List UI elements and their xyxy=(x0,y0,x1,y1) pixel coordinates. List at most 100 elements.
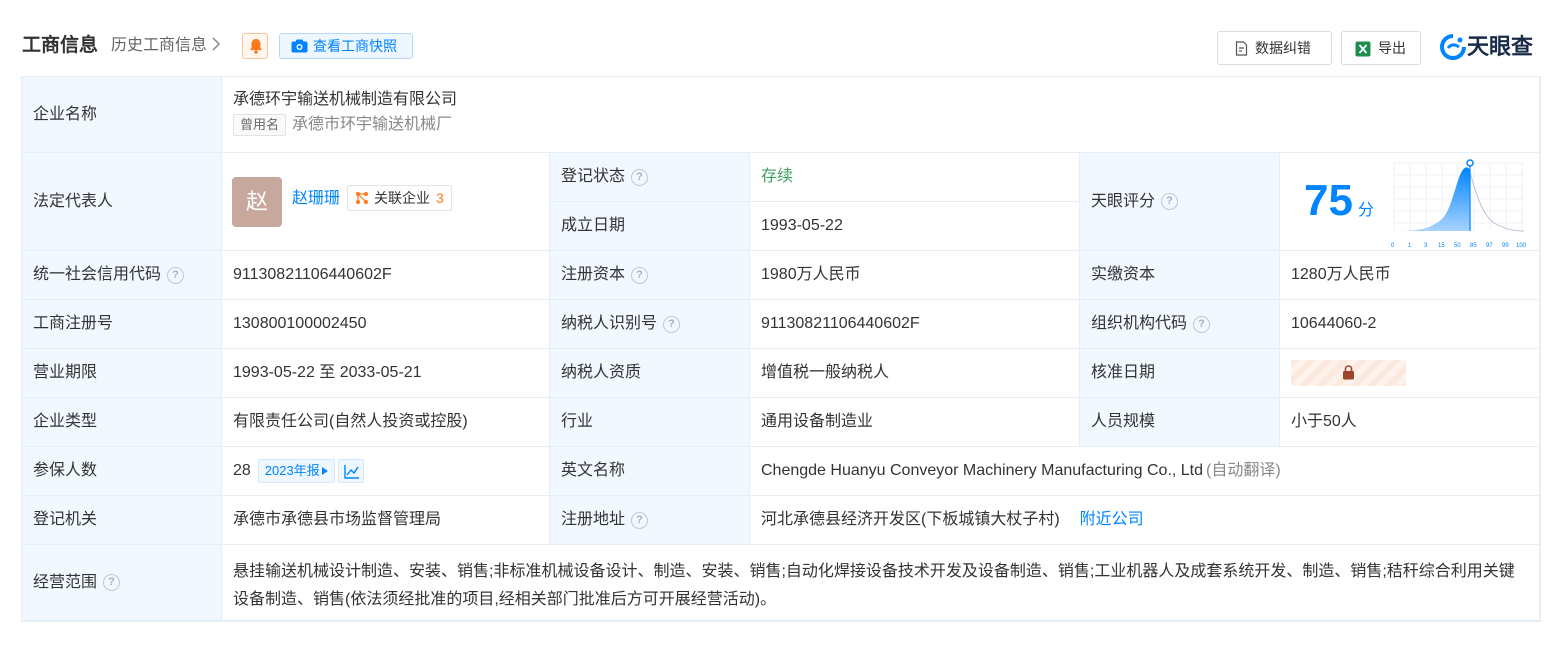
reg-capital-label: 注册资本? xyxy=(550,251,750,300)
annual-report-button[interactable]: 2023年报 xyxy=(257,459,335,483)
scope-cell: 悬挂输送机械设计制造、安装、销售;非标准机械设备设计、制造、安装、销售;自动化焊… xyxy=(222,545,1540,621)
english-name-label-text: 英文名称 xyxy=(561,462,626,479)
excel-icon xyxy=(1355,41,1371,57)
taxpayer-id-label-text: 纳税人识别号 xyxy=(561,315,658,332)
edit-doc-icon xyxy=(1235,41,1248,56)
org-code-label: 组织机构代码? xyxy=(1080,300,1280,349)
taxpayer-qual-label-text: 纳税人资质 xyxy=(561,364,642,381)
term-cell: 1993-05-22 至 2033-05-21 xyxy=(222,349,550,398)
founded-cell: 1993-05-22 xyxy=(750,202,1080,251)
annual-report-label: 2023年报 xyxy=(264,463,320,478)
nearby-companies-link[interactable]: 附近公司 xyxy=(1080,509,1144,531)
lock-icon xyxy=(1343,365,1354,380)
section-title: 工商信息 xyxy=(22,35,99,56)
approve-date-label-text: 核准日期 xyxy=(1091,364,1156,381)
trend-chart-button[interactable] xyxy=(337,459,364,483)
help-icon[interactable]: ? xyxy=(631,511,649,529)
authority-value: 承德市承德县市场监督管理局 xyxy=(233,511,442,528)
alias-tag: 曾用名 xyxy=(233,114,287,136)
score-cell[interactable]: 75 分 0 1 3 15 50 85 97 99 100 xyxy=(1280,153,1540,251)
type-label: 企业类型 xyxy=(22,398,222,447)
insured-value: 28 xyxy=(233,462,251,479)
related-companies-label: 关联企业 xyxy=(374,190,430,206)
related-companies-button[interactable]: 关联企业 3 xyxy=(347,185,452,211)
credit-code-label: 统一社会信用代码? xyxy=(22,251,222,300)
org-code-label-text: 组织机构代码 xyxy=(1091,315,1188,332)
term-label-text: 营业期限 xyxy=(33,364,98,381)
help-icon[interactable]: ? xyxy=(631,266,649,284)
reg-no-value: 130800100002450 xyxy=(233,315,367,332)
paid-capital-label: 实缴资本 xyxy=(1080,251,1280,300)
address-label-text: 注册地址 xyxy=(561,511,626,528)
score-distribution-chart xyxy=(1393,159,1525,232)
address-value: 河北承德县经济开发区(下板城镇大杖子村) xyxy=(761,511,1060,528)
legal-rep-cell: 赵 赵珊珊 关联企业 3 xyxy=(222,153,550,251)
line-chart-icon xyxy=(344,465,359,479)
score-label: 天眼评分? xyxy=(1080,153,1280,251)
caret-right-icon xyxy=(321,467,328,475)
reg-capital-label-text: 注册资本 xyxy=(561,266,626,283)
help-icon[interactable]: ? xyxy=(663,315,681,333)
history-link-label: 历史工商信息 xyxy=(111,37,208,54)
help-icon[interactable]: ? xyxy=(631,168,649,186)
score-axis-ticks: 0 1 3 15 50 85 97 99 100 xyxy=(1390,235,1526,249)
taxpayer-id-label: 纳税人识别号? xyxy=(550,300,750,349)
locked-value[interactable] xyxy=(1291,360,1406,386)
type-label-text: 企业类型 xyxy=(33,413,98,430)
reg-no-label: 工商注册号 xyxy=(22,300,222,349)
business-info-table: 企业名称 承德环宇输送机械制造有限公司 曾用名 承德市环宇输送机械厂 法定代表人… xyxy=(21,76,1541,622)
network-icon xyxy=(356,192,368,204)
authority-label-text: 登记机关 xyxy=(33,511,98,528)
industry-label-text: 行业 xyxy=(561,413,594,430)
snapshot-button[interactable]: 查看工商快照 xyxy=(279,33,413,59)
english-name-value: Chengde Huanyu Conveyor Machinery Manufa… xyxy=(761,462,1204,479)
help-icon[interactable]: ? xyxy=(1193,315,1211,333)
reg-status-label-text: 登记状态 xyxy=(561,168,626,185)
industry-value: 通用设备制造业 xyxy=(761,413,874,430)
help-icon[interactable]: ? xyxy=(103,574,121,591)
taxpayer-qual-label: 纳税人资质 xyxy=(550,349,750,398)
reg-status-cell: 存续 xyxy=(750,153,1080,202)
camera-icon xyxy=(291,39,308,53)
export-button[interactable]: 导出 xyxy=(1341,31,1421,65)
authority-label: 登记机关 xyxy=(22,496,222,545)
staff-label: 人员规模 xyxy=(1080,398,1280,447)
credit-code-cell: 91130821106440602F xyxy=(222,251,550,300)
insured-label-text: 参保人数 xyxy=(33,462,98,479)
legal-rep-name[interactable]: 赵珊珊 xyxy=(292,188,340,210)
data-correct-label: 数据纠错 xyxy=(1255,40,1311,56)
address-label: 注册地址? xyxy=(550,496,750,545)
reg-no-label-text: 工商注册号 xyxy=(33,315,114,332)
legal-rep-label-text: 法定代表人 xyxy=(33,192,114,210)
reg-status-label: 登记状态? xyxy=(550,153,750,202)
paid-capital-label-text: 实缴资本 xyxy=(1091,266,1156,283)
founded-label-text: 成立日期 xyxy=(561,217,626,234)
auto-translate-note: (自动翻译) xyxy=(1206,462,1281,479)
help-icon[interactable]: ? xyxy=(1161,193,1179,210)
score-label-text: 天眼评分 xyxy=(1091,192,1156,210)
history-link[interactable]: 历史工商信息 xyxy=(111,35,221,57)
type-value: 有限责任公司(自然人投资或控股) xyxy=(233,413,468,430)
company-name-label-text: 企业名称 xyxy=(33,105,98,123)
chevron-right-icon xyxy=(212,37,221,51)
legal-rep-avatar[interactable]: 赵 xyxy=(232,177,282,227)
org-code-cell: 10644060-2 xyxy=(1280,300,1540,349)
reg-status-value: 存续 xyxy=(761,168,794,185)
brand-text: 天眼查 xyxy=(1467,34,1534,59)
english-name-cell: Chengde Huanyu Conveyor Machinery Manufa… xyxy=(750,447,1540,496)
paid-capital-value: 1280万人民币 xyxy=(1291,266,1391,283)
bell-icon xyxy=(250,39,262,54)
export-label: 导出 xyxy=(1378,40,1406,56)
section-header: 工商信息 历史工商信息 查看工商快照 数据纠错 导出 天眼查 xyxy=(0,0,1544,76)
data-correct-button[interactable]: 数据纠错 xyxy=(1217,31,1332,65)
help-icon[interactable]: ? xyxy=(167,266,185,284)
insured-cell: 28 2023年报 xyxy=(222,447,550,496)
address-cell: 河北承德县经济开发区(下板城镇大杖子村) 附近公司 xyxy=(750,496,1540,545)
taxpayer-qual-cell: 增值税一般纳税人 xyxy=(750,349,1080,398)
company-name-cell: 承德环宇输送机械制造有限公司 曾用名 承德市环宇输送机械厂 xyxy=(222,77,1540,153)
monitor-button[interactable] xyxy=(242,33,268,59)
insured-label: 参保人数 xyxy=(22,447,222,496)
staff-cell: 小于50人 xyxy=(1280,398,1540,447)
reg-capital-value: 1980万人民币 xyxy=(761,266,861,283)
score-value: 75 xyxy=(1304,176,1353,225)
